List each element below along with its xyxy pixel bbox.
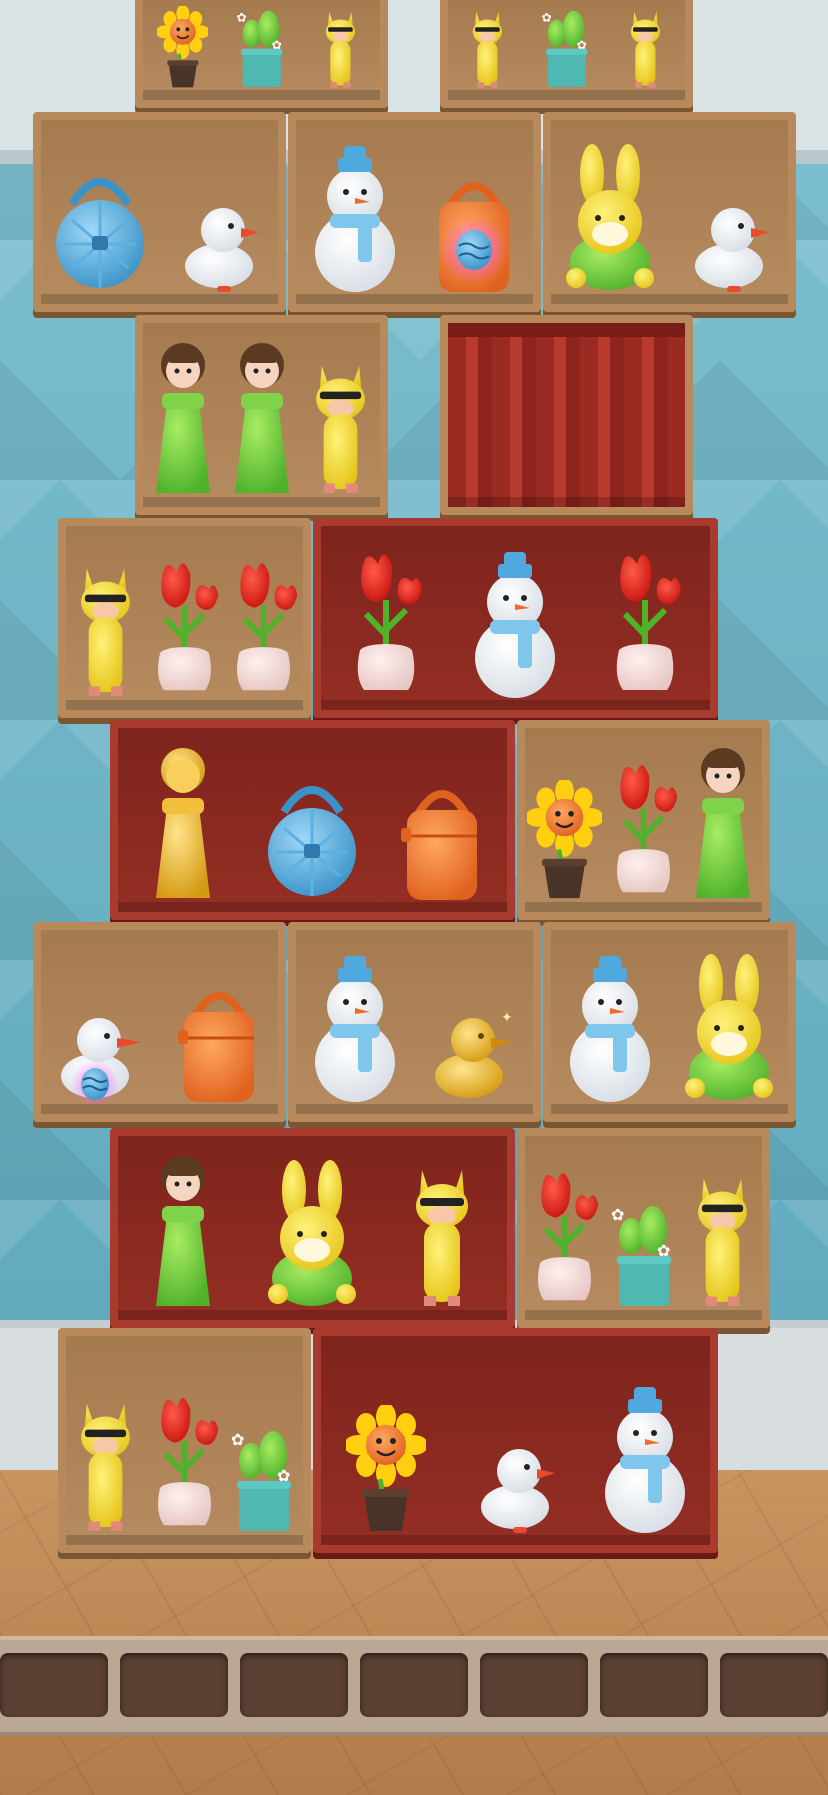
shelf-floor — [448, 90, 685, 100]
llama-icon[interactable] — [606, 6, 685, 90]
shelf-floor — [525, 1310, 762, 1320]
svg-text:✿: ✿ — [236, 10, 246, 24]
llama-icon[interactable] — [301, 356, 380, 497]
shelf-floor — [296, 294, 533, 304]
tulip-icon[interactable] — [321, 550, 451, 700]
shelf-s-r1-b — [288, 112, 541, 312]
snowman-icon[interactable] — [296, 144, 415, 294]
snowman-icon[interactable] — [551, 954, 670, 1104]
llama-icon[interactable] — [377, 1160, 507, 1310]
shelf-floor — [321, 1535, 710, 1545]
duck-icon[interactable] — [670, 194, 789, 294]
blue-bag-icon[interactable] — [41, 164, 160, 294]
llama-icon[interactable] — [448, 6, 527, 90]
shelf-floor — [551, 1104, 788, 1114]
gold-duck-icon[interactable]: ✦ — [415, 1004, 534, 1104]
shelf-floor — [41, 1104, 278, 1114]
tulip-icon[interactable] — [525, 1169, 604, 1310]
llama-icon[interactable] — [66, 1394, 145, 1535]
svg-text:✦: ✦ — [501, 1010, 513, 1026]
bunny-icon[interactable] — [248, 1160, 378, 1310]
tulip-icon[interactable] — [580, 550, 710, 700]
tray-slot — [720, 1653, 828, 1717]
svg-text:✿: ✿ — [231, 1430, 244, 1449]
blue-bag-icon[interactable] — [248, 772, 378, 902]
snowman-icon[interactable] — [451, 550, 581, 700]
shelf-floor — [66, 700, 303, 710]
orange-bag-icon[interactable] — [377, 772, 507, 902]
shelf-floor — [118, 902, 507, 912]
tray-slot — [120, 1653, 228, 1717]
shelf-floor — [321, 700, 710, 710]
sunflower-icon[interactable] — [143, 6, 222, 90]
shelf-s-top-left: ✿ ✿ — [135, 0, 388, 108]
shelf-s-r4-a — [110, 720, 515, 920]
llama-icon[interactable] — [683, 1169, 762, 1310]
snowman-icon[interactable] — [580, 1385, 710, 1535]
shelf-floor — [551, 294, 788, 304]
llama-icon[interactable] — [66, 559, 145, 700]
tulip-icon[interactable] — [224, 559, 303, 700]
shelf-floor — [118, 1310, 507, 1320]
tray-slot — [600, 1653, 708, 1717]
curtain-cover — [448, 323, 685, 507]
llama-icon[interactable] — [301, 6, 380, 90]
orange-bag-glow-icon[interactable] — [415, 164, 534, 294]
shelf-s-r7-a: ✿ ✿ — [58, 1328, 311, 1553]
orange-bag-icon[interactable] — [160, 974, 279, 1104]
tray-slot — [360, 1653, 468, 1717]
shelf-floor — [66, 1535, 303, 1545]
doll-icon[interactable] — [683, 742, 762, 902]
tulip-icon[interactable] — [145, 1394, 224, 1535]
tulip-icon[interactable] — [604, 761, 683, 902]
shelf-s-r6-b: ✿ ✿ — [517, 1128, 770, 1328]
duck-icon[interactable] — [451, 1435, 581, 1535]
tulip-icon[interactable] — [145, 559, 224, 700]
cactus-icon[interactable]: ✿ ✿ — [224, 1425, 303, 1535]
shelf-s-r3-b — [313, 518, 718, 718]
shelf-floor — [41, 294, 278, 304]
shelf-s-r5-c — [543, 922, 796, 1122]
tray-slot — [240, 1653, 348, 1717]
cactus-icon[interactable]: ✿ ✿ — [527, 6, 606, 90]
doll-icon[interactable] — [118, 1150, 248, 1310]
snowman-icon[interactable] — [296, 954, 415, 1104]
shelf-floor — [143, 497, 380, 507]
shelf-floor — [143, 90, 380, 100]
doll-icon[interactable] — [143, 337, 222, 497]
shelf-s-r1-c — [543, 112, 796, 312]
duck-glow-icon[interactable] — [41, 1004, 160, 1104]
bunny-icon[interactable] — [551, 144, 670, 294]
duck-icon[interactable] — [160, 194, 279, 294]
shelf-s-r7-b — [313, 1328, 718, 1553]
svg-text:✿: ✿ — [541, 10, 551, 24]
shelf-floor — [525, 902, 762, 912]
cactus-icon[interactable]: ✿ ✿ — [604, 1200, 683, 1310]
doll-icon[interactable] — [222, 337, 301, 497]
shelf-floor — [448, 497, 685, 507]
shelf-s-r1-a — [33, 112, 286, 312]
sunflower-icon[interactable] — [321, 1405, 451, 1535]
shelf-s-top-right: ✿ ✿ — [440, 0, 693, 108]
curtain-rod — [448, 323, 685, 337]
tray-slot — [0, 1653, 108, 1717]
shelf-s-r4-b — [517, 720, 770, 920]
shelf-s-r2-b — [440, 315, 693, 515]
cactus-icon[interactable]: ✿ ✿ — [222, 6, 301, 90]
shelf-s-r6-a — [110, 1128, 515, 1328]
shelf-s-r5-b: ✦ — [288, 922, 541, 1122]
shelf-s-r5-a — [33, 922, 286, 1122]
sunflower-icon[interactable] — [525, 780, 604, 902]
shelf-s-r2-a — [135, 315, 388, 515]
tray-slot — [480, 1653, 588, 1717]
svg-text:✿: ✿ — [611, 1205, 624, 1224]
bunny-icon[interactable] — [670, 954, 789, 1104]
shelf-s-r3-a — [58, 518, 311, 718]
shelf-floor — [296, 1104, 533, 1114]
gold-doll-icon[interactable] — [118, 742, 248, 902]
